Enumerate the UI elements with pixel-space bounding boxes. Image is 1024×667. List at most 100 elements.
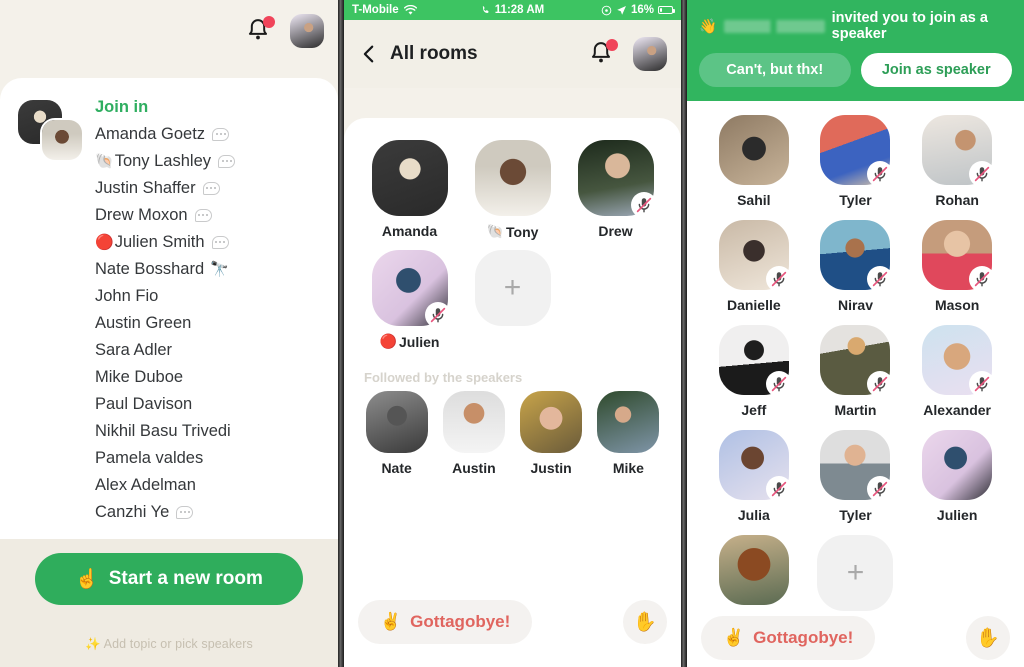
participant-name: Martin — [834, 402, 877, 418]
raise-hand-button[interactable]: ✋ — [623, 600, 667, 644]
notification-badge — [263, 16, 275, 28]
join-in-person-row[interactable]: Nikhil Basu Trivedi — [95, 418, 338, 445]
participant-tile[interactable]: Nate — [358, 391, 435, 476]
chevron-left-icon[interactable] — [358, 43, 380, 65]
mic-muted-icon — [867, 371, 894, 397]
person-name: Pamela valdes — [95, 449, 204, 467]
participant-tile[interactable]: Mike — [590, 391, 667, 476]
join-in-person-row[interactable]: Nate Bosshard 🔭 — [95, 256, 338, 283]
decline-invite-button[interactable]: Can't, but thx! — [699, 53, 851, 87]
inviter-name-redacted — [724, 19, 825, 33]
person-name: John Fio — [95, 287, 159, 305]
join-in-person-row[interactable]: 🔴 Julien Smith — [95, 229, 338, 256]
invite-message: invited you to join as a speaker — [831, 10, 988, 42]
participant-avatar — [718, 220, 792, 292]
join-in-person-row[interactable]: Sara Adler — [95, 337, 338, 364]
participant-tile[interactable]: Amanda — [358, 140, 461, 240]
join-in-person-row[interactable]: Drew Moxon — [95, 202, 338, 229]
participant-tile[interactable]: Austin — [435, 391, 512, 476]
followed-by-speakers-label: Followed by the speakers — [364, 370, 523, 385]
mic-muted-icon — [969, 161, 996, 187]
participant-tile[interactable]: Nirav — [805, 220, 907, 313]
person-name: Alex Adelman — [95, 476, 196, 494]
notifications-button[interactable] — [244, 16, 275, 46]
join-in-person-row[interactable]: 🐚 Tony Lashley — [95, 148, 338, 175]
add-topic-hint[interactable]: ✨ Add topic or pick speakers — [0, 637, 338, 652]
followers-grid: Nate Austin Justin Mike — [344, 391, 681, 476]
participant-tile[interactable]: Julia — [703, 430, 805, 523]
mic-muted-icon — [867, 476, 894, 502]
participant-name: Sahil — [737, 192, 771, 208]
participant-tile[interactable]: Mason — [906, 220, 1008, 313]
room-member-avatars — [14, 100, 86, 162]
plus-icon[interactable]: + — [817, 535, 894, 611]
battery-percent: 16% — [630, 4, 654, 16]
participant-tile[interactable]: 🔴 Julien — [358, 250, 461, 350]
participant-tile[interactable]: Alexander — [906, 325, 1008, 418]
participant-avatar — [922, 220, 996, 292]
name-emoji: 🔴 — [379, 333, 397, 349]
participants-grid: Sahil Tyler Rohan Danielle Nirav Mason Jeff Mar… — [687, 101, 1024, 611]
participant-tile[interactable]: Julien — [906, 430, 1008, 523]
participant-tile[interactable]: Tyler — [805, 115, 907, 208]
participant-name: 🐚 Tony — [486, 223, 539, 240]
participant-name: Julien — [936, 507, 978, 523]
person-name: Amanda Goetz — [95, 125, 206, 143]
start-new-room-button[interactable]: ☝️ Start a new room — [35, 553, 303, 605]
leave-room-button[interactable]: ✌️ Gottagobye! — [358, 600, 533, 644]
raise-hand-button[interactable]: ✋ — [966, 616, 1010, 660]
participant-name: Nate — [381, 460, 412, 476]
mic-muted-icon — [765, 476, 792, 502]
person-name: Mike Duboe — [95, 368, 184, 386]
home-header — [0, 0, 338, 78]
join-in-person-row[interactable]: Paul Davison — [95, 391, 338, 418]
join-in-block: Join in Amanda Goetz 🐚 Tony Lashley Justin … — [0, 78, 338, 526]
participant-tile[interactable]: Martin — [805, 325, 907, 418]
notifications-button[interactable] — [587, 39, 618, 69]
avatar — [40, 118, 84, 162]
join-in-person-row[interactable]: Justin Shaffer — [95, 175, 338, 202]
join-in-person-row[interactable]: Austin Green — [95, 310, 338, 337]
profile-avatar-button[interactable] — [633, 37, 667, 71]
participant-tile[interactable]: Justin — [513, 391, 590, 476]
participant-tile[interactable]: Rohan — [906, 115, 1008, 208]
participant-avatar — [820, 430, 894, 502]
participant-tile[interactable]: Danielle — [703, 220, 805, 313]
status-bar-right: 16% — [601, 4, 675, 16]
leave-room-button[interactable]: ✌️ Gottagobye! — [701, 616, 876, 660]
participant-avatar — [371, 250, 451, 328]
join-in-list: Join in Amanda Goetz 🐚 Tony Lashley Justin … — [95, 94, 338, 526]
participant-tile[interactable]: Sahil — [703, 115, 805, 208]
participant-name: Alexander — [923, 402, 991, 418]
person-name: Julien Smith — [114, 233, 205, 251]
join-in-person-row[interactable]: Pamela valdes — [95, 445, 338, 472]
participant-tile[interactable]: Drew — [564, 140, 667, 240]
rotation-lock-icon — [601, 5, 612, 15]
ios-status-bar: T-Mobile 11:28 AM 16% — [344, 0, 681, 20]
add-speaker-tile[interactable]: + — [805, 535, 907, 611]
person-name: Drew Moxon — [95, 206, 188, 224]
plus-icon[interactable]: + — [474, 250, 551, 326]
participant-tile[interactable] — [703, 535, 805, 611]
name-emoji: 🔴 — [95, 234, 114, 251]
join-in-person-row[interactable]: Mike Duboe — [95, 364, 338, 391]
accept-invite-button[interactable]: Join as speaker — [860, 53, 1012, 87]
join-in-person-row[interactable]: Alex Adelman — [95, 472, 338, 499]
participant-name: Drew — [598, 223, 633, 239]
profile-avatar-button[interactable] — [290, 14, 324, 48]
add-speaker-tile[interactable]: + — [461, 250, 564, 350]
peace-hand-emoji: ✌️ — [723, 628, 745, 647]
speech-bubble-icon — [176, 506, 194, 519]
join-in-person-row[interactable]: John Fio — [95, 283, 338, 310]
participant-tile[interactable]: Tyler — [805, 430, 907, 523]
join-in-person-row[interactable]: Canzhi Ye — [95, 499, 338, 526]
invite-message-line: 👋 invited you to join as a speaker — [699, 10, 1012, 42]
leave-room-label: Gottagobye! — [410, 612, 511, 631]
person-name: Austin Green — [95, 314, 192, 332]
participant-tile[interactable]: Jeff — [703, 325, 805, 418]
participant-avatar — [597, 391, 660, 453]
join-in-person-row[interactable]: Amanda Goetz — [95, 121, 338, 148]
participant-tile[interactable]: 🐚 Tony — [461, 140, 564, 240]
speech-bubble-icon — [218, 155, 235, 168]
room-header: All rooms — [344, 20, 681, 88]
